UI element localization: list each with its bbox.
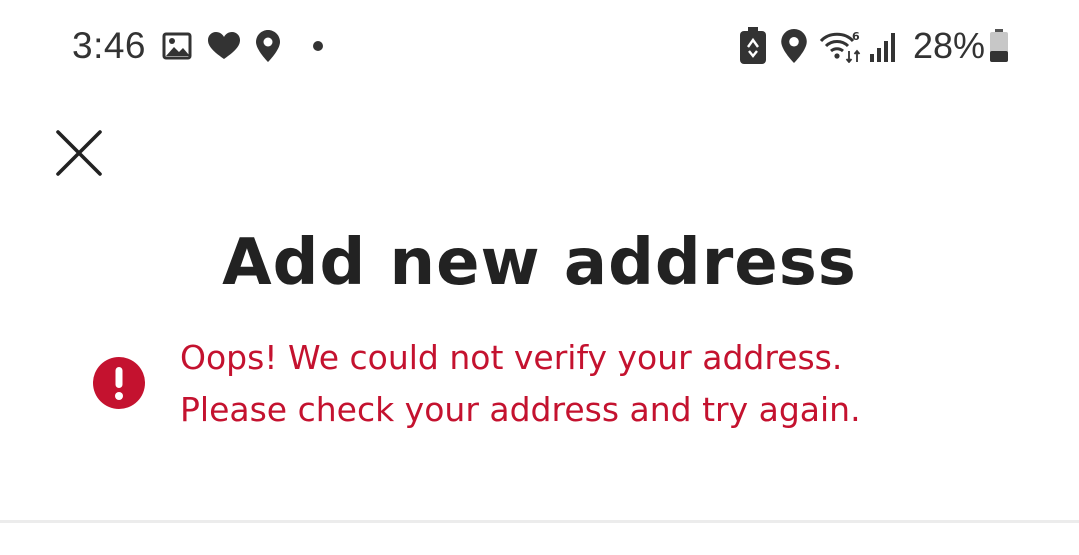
error-text: Oops! We could not verify your address. … (180, 332, 861, 436)
add-address-screen: 3:46 6 28% Add new address Oops! We coul… (0, 0, 1079, 555)
wifi-6-icon: 6 (819, 29, 863, 63)
page-title: Add new address (222, 226, 857, 300)
battery-percent: 28% (912, 25, 985, 66)
location-pin-icon (781, 29, 807, 63)
svg-text:6: 6 (852, 30, 860, 43)
dot-icon (312, 40, 324, 52)
close-button[interactable] (50, 124, 108, 182)
battery-saver-icon (739, 27, 767, 65)
divider (0, 520, 1079, 523)
signal-icon (869, 30, 899, 62)
close-icon (56, 130, 102, 176)
status-bar-left: 3:46 (72, 24, 324, 68)
status-bar: 3:46 6 28% (0, 0, 1079, 92)
error-line-2: Please check your address and try again. (180, 390, 861, 429)
status-time: 3:46 (72, 25, 147, 66)
battery-icon (989, 29, 1009, 63)
error-line-1: Oops! We could not verify your address. (180, 338, 843, 377)
image-icon (162, 32, 192, 60)
alert-icon (93, 357, 145, 409)
location-pin-icon (256, 30, 281, 62)
status-bar-right: 6 28% (739, 24, 1009, 68)
heart-icon (208, 32, 241, 60)
error-message: Oops! We could not verify your address. … (92, 332, 992, 436)
